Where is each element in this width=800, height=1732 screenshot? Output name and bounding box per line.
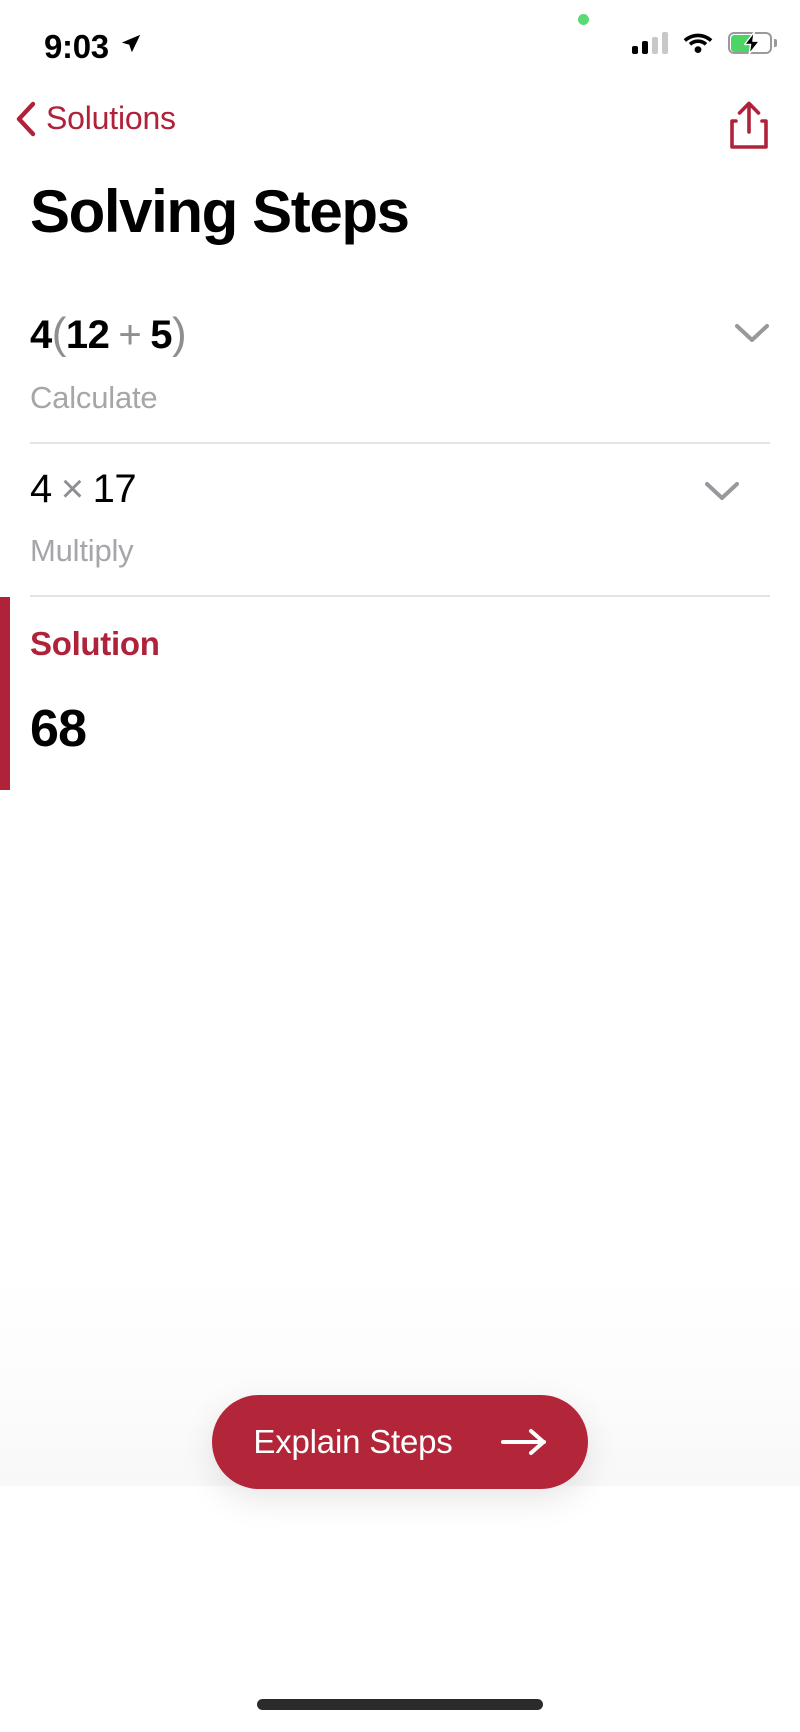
solution-value: 68 (30, 700, 87, 759)
solving-steps-list: 4 ( 12 + 5 ) Calculate 4 × 17 Multiply S… (0, 286, 800, 791)
status-time: 9:03 (44, 28, 109, 65)
back-button-label: Solutions (46, 100, 176, 136)
step-caption: Calculate (30, 379, 158, 415)
expr-token: 4 (30, 313, 52, 357)
cellular-signal-icon (631, 32, 668, 54)
back-button[interactable]: Solutions (14, 100, 176, 137)
step-row[interactable]: 4 × 17 Multiply (30, 441, 770, 595)
expr-token: × (60, 466, 84, 511)
step-expression: 4 × 17 (30, 466, 770, 513)
chevron-left-icon (16, 101, 36, 136)
step-caption: Multiply (30, 533, 134, 569)
share-icon[interactable] (726, 100, 772, 150)
step-row[interactable]: 4 ( 12 + 5 ) Calculate (0, 286, 800, 442)
arrow-right-icon (500, 1429, 546, 1455)
privacy-dot-icon (578, 14, 589, 25)
chevron-down-icon[interactable] (704, 480, 740, 502)
expr-token: 17 (92, 466, 137, 511)
wifi-icon (683, 33, 713, 53)
chevron-down-icon[interactable] (734, 322, 770, 344)
status-bar: 9:03 (0, 0, 800, 92)
solution-section: Solution 68 (0, 595, 770, 791)
expr-token: ( (51, 309, 67, 358)
explain-steps-label: Explain Steps (253, 1423, 453, 1460)
expr-token: ) (172, 309, 187, 358)
expr-token: + (118, 313, 142, 357)
solution-label: Solution (30, 625, 160, 663)
expr-token: 5 (150, 313, 173, 357)
battery-charging-icon (728, 31, 777, 55)
explain-steps-button[interactable]: Explain Steps (212, 1395, 588, 1489)
charging-bolt-icon (743, 31, 761, 55)
location-arrow-icon (121, 34, 141, 53)
solution-accent-bar (0, 597, 10, 791)
step-expression: 4 ( 12 + 5 ) (30, 308, 770, 360)
page-title: Solving Steps (30, 178, 410, 245)
home-indicator (257, 1699, 543, 1710)
expr-token: 4 (30, 466, 52, 511)
app-screen: 9:03 Solutions Solving Steps 4 (12 + 5 … (0, 0, 800, 1732)
status-icons (631, 31, 777, 55)
nav-bar: Solutions (0, 96, 800, 164)
expr-token: 12 (65, 313, 110, 357)
